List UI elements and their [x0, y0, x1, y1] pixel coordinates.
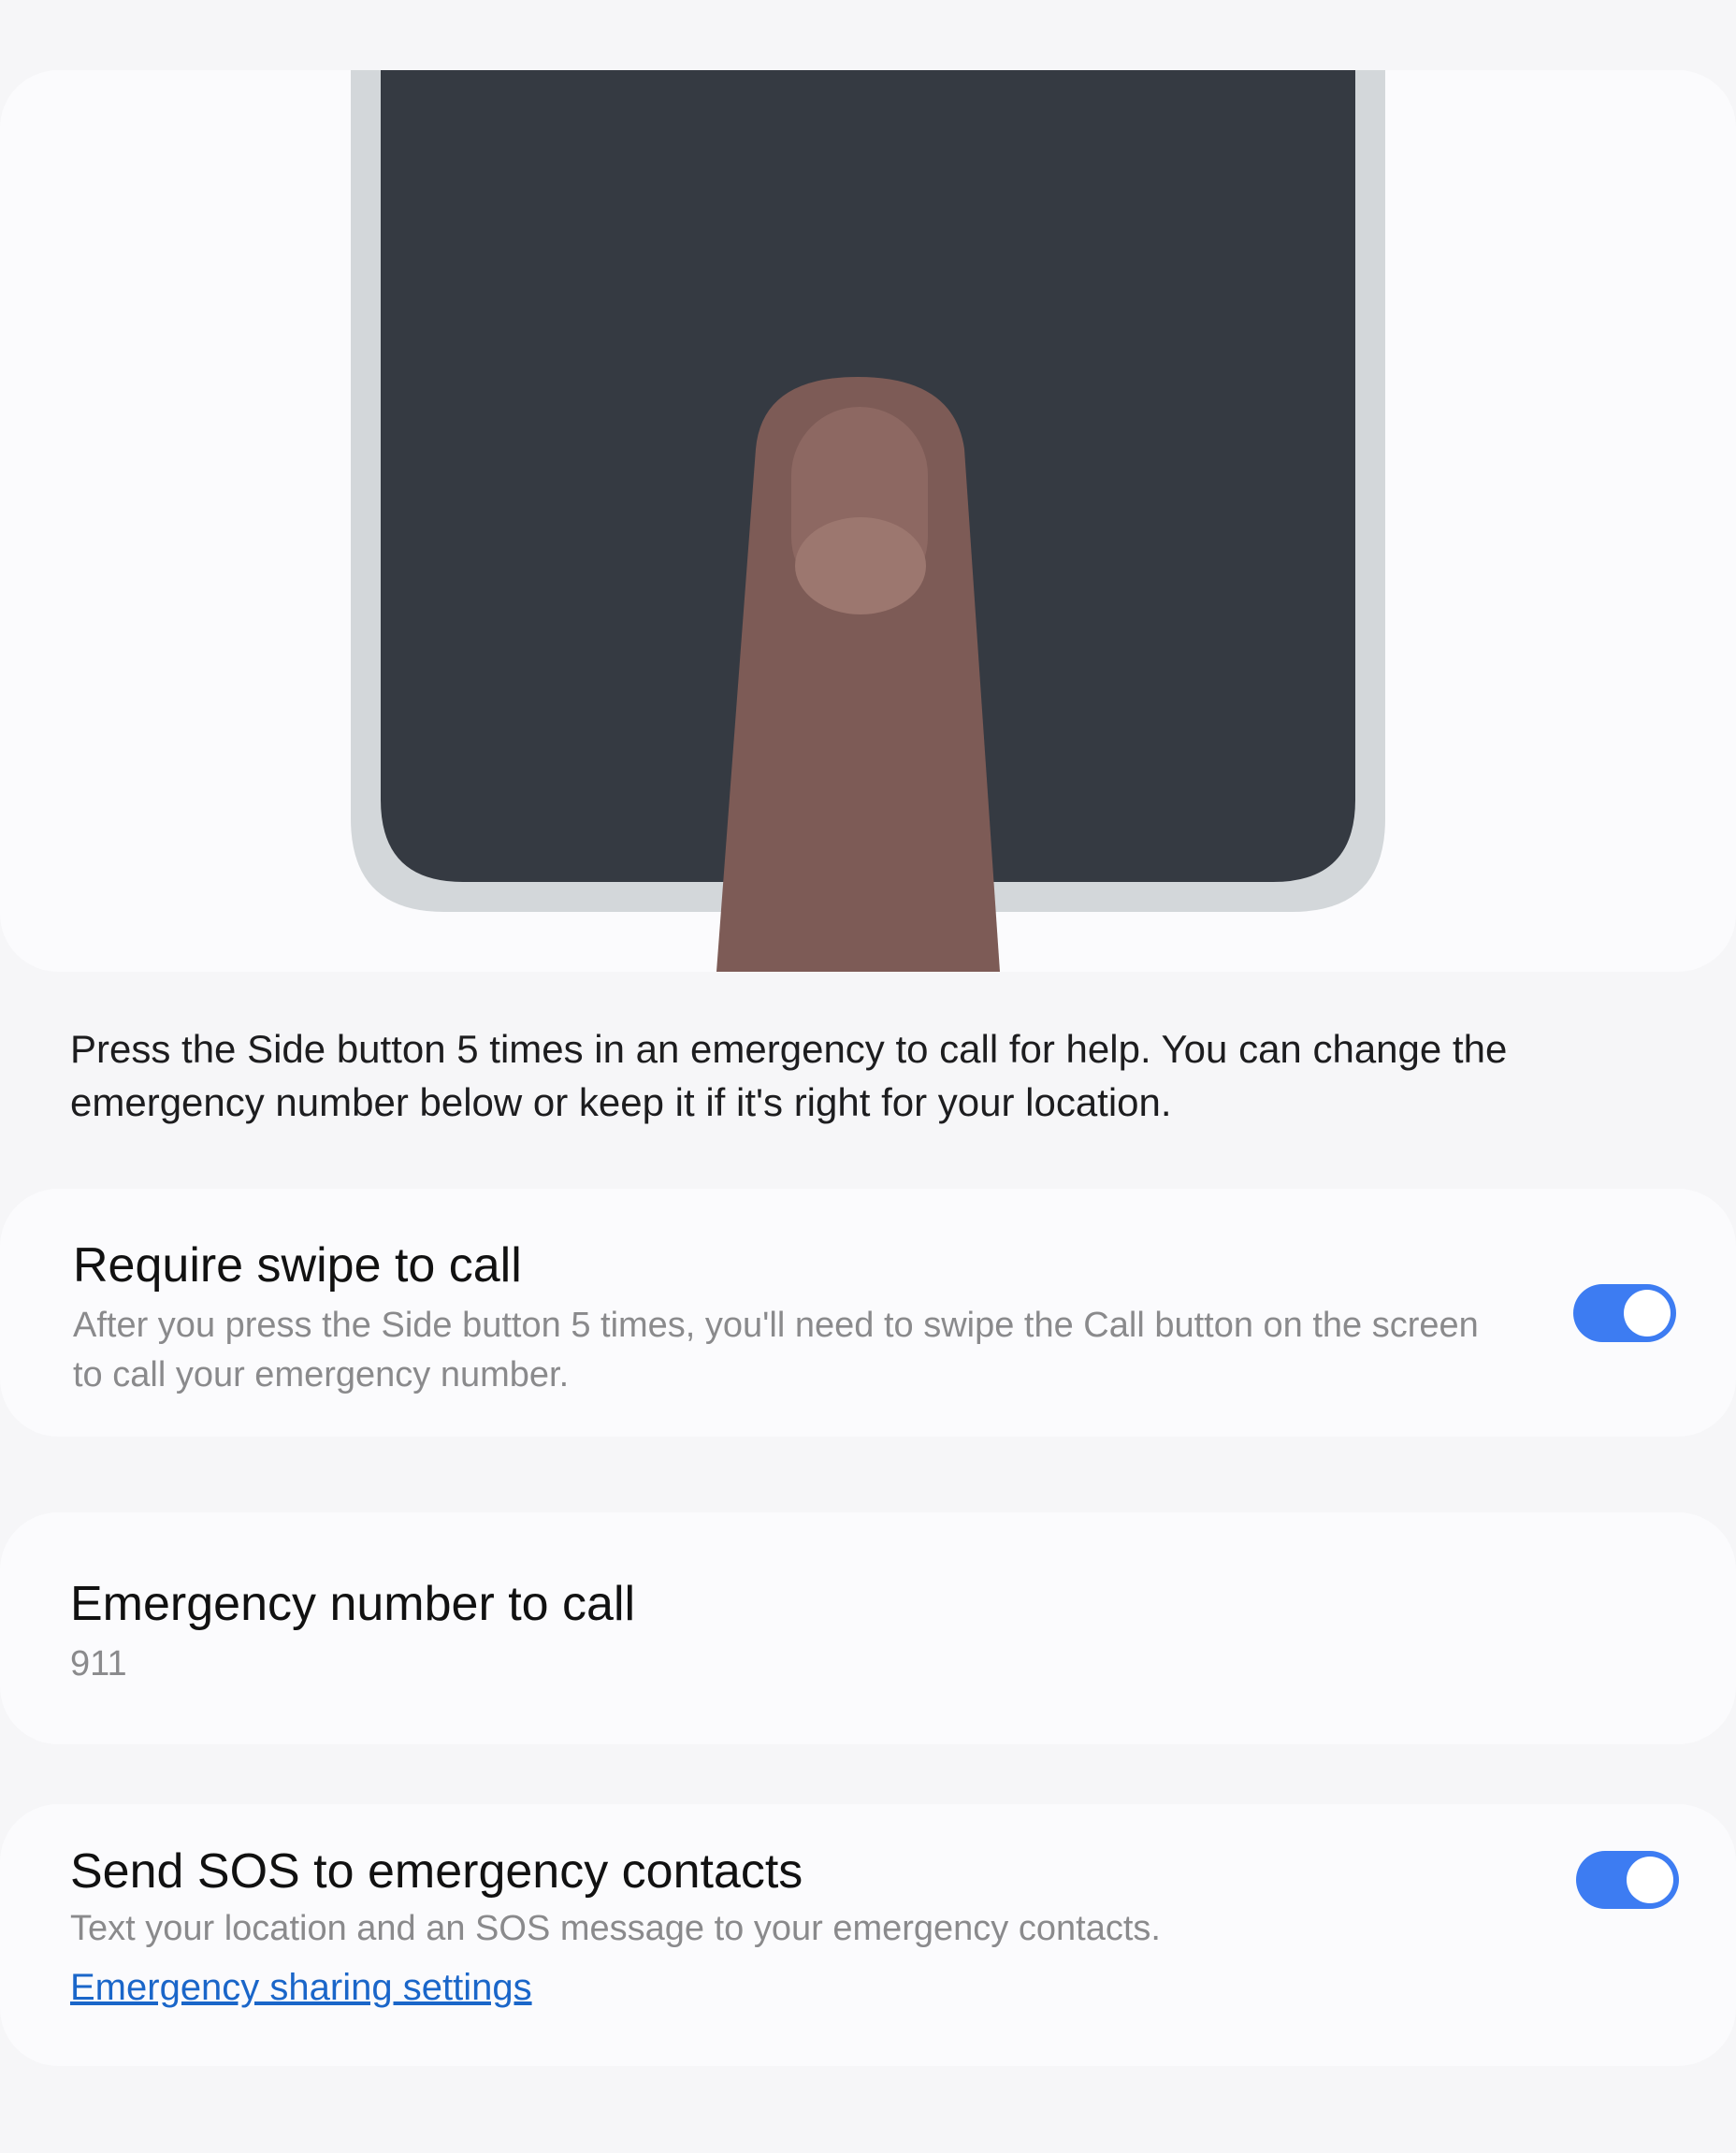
toggle-knob [1627, 1857, 1673, 1903]
require-swipe-subtitle: After you press the Side button 5 times,… [73, 1306, 1479, 1394]
emergency-sharing-settings-link[interactable]: Emergency sharing settings [70, 1967, 532, 2009]
toggle-knob [1624, 1290, 1671, 1337]
illustration-card [0, 70, 1736, 972]
send-sos-setting[interactable]: Send SOS to emergency contacts Text your… [0, 1804, 1736, 2066]
send-sos-subtitle: Text your location and an SOS message to… [70, 1909, 1161, 1948]
require-swipe-title: Require swipe to call [73, 1238, 522, 1293]
send-sos-title: Send SOS to emergency contacts [70, 1844, 803, 1899]
emergency-number-value: 911 [70, 1644, 127, 1683]
side-button-illustration [351, 70, 1385, 972]
require-swipe-setting[interactable]: Require swipe to call After you press th… [0, 1189, 1736, 1437]
send-sos-toggle[interactable] [1576, 1851, 1679, 1909]
page-description: Press the Side button 5 times in an emer… [70, 1027, 1508, 1124]
require-swipe-toggle[interactable] [1573, 1284, 1676, 1342]
emergency-number-setting[interactable]: Emergency number to call 911 [0, 1512, 1736, 1744]
emergency-number-title: Emergency number to call [70, 1577, 636, 1631]
